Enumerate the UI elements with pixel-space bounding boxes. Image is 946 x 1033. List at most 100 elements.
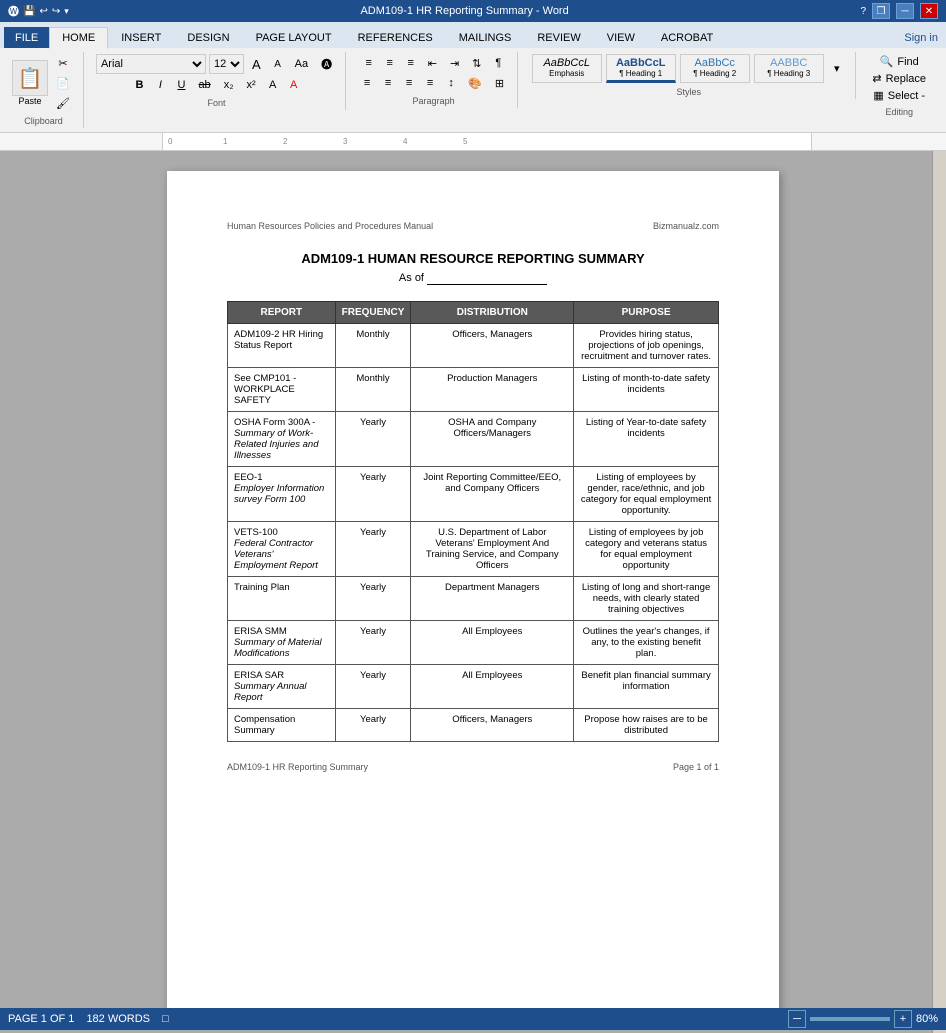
word-count: 182 WORDS <box>86 1013 150 1025</box>
format-painter-button[interactable]: 🖌 <box>51 94 75 112</box>
select-button[interactable]: ▦ Select - <box>869 88 929 103</box>
bullets-button[interactable]: ≡ <box>360 54 378 72</box>
copy-button[interactable]: 📄 <box>51 74 75 92</box>
cell-report-0: ADM109-2 HR Hiring Status Report <box>228 324 336 368</box>
layout-icon[interactable]: □ <box>162 1013 169 1025</box>
tab-page-layout[interactable]: PAGE LAYOUT <box>243 27 345 48</box>
title-bar-left: 🅦 💾 ↩ ↪ ▾ <box>8 3 69 19</box>
quick-access-undo[interactable]: ↩ <box>39 6 47 17</box>
cell-frequency-6: Yearly <box>335 621 411 665</box>
cell-frequency-5: Yearly <box>335 577 411 621</box>
cell-frequency-3: Yearly <box>335 467 411 522</box>
editing-label: Editing <box>885 105 913 117</box>
style-heading2[interactable]: AaBbCc ¶ Heading 2 <box>680 54 750 83</box>
line-spacing-button[interactable]: ↕ <box>442 74 460 92</box>
tab-insert[interactable]: INSERT <box>108 27 174 48</box>
title-bar: 🅦 💾 ↩ ↪ ▾ ADM109-1 HR Reporting Summary … <box>0 0 946 22</box>
shading-button[interactable]: 🎨 <box>463 74 487 92</box>
border-button[interactable]: ⊞ <box>490 74 509 92</box>
style-heading3-text: AABBC <box>761 57 817 69</box>
status-left: PAGE 1 OF 1 182 WORDS □ <box>8 1013 169 1025</box>
cell-frequency-8: Yearly <box>335 709 411 742</box>
help-btn[interactable]: ? <box>860 6 866 17</box>
sign-in-link[interactable]: Sign in <box>896 28 946 48</box>
multilevel-button[interactable]: ≡ <box>402 54 420 72</box>
italic-button[interactable]: I <box>151 76 169 94</box>
cell-report-6: ERISA SMMSummary of Material Modificatio… <box>228 621 336 665</box>
increase-indent-button[interactable]: ⇥ <box>445 54 464 72</box>
font-shrink-button[interactable]: A <box>269 55 287 73</box>
tab-file[interactable]: FILE <box>4 27 49 48</box>
cell-purpose-3: Listing of employees by gender, race/eth… <box>574 467 719 522</box>
underline-button[interactable]: U <box>172 76 190 94</box>
strikethrough-button[interactable]: ab <box>193 76 215 94</box>
cut-button[interactable]: ✂ <box>51 54 75 72</box>
decrease-indent-button[interactable]: ⇤ <box>423 54 442 72</box>
justify-button[interactable]: ≡ <box>421 74 439 92</box>
paste-label: Paste <box>18 96 41 106</box>
styles-more-button[interactable]: ▾ <box>828 60 846 78</box>
tab-design[interactable]: DESIGN <box>174 27 242 48</box>
replace-button[interactable]: ⇄ Replace <box>868 71 930 86</box>
as-of-field[interactable] <box>427 272 547 285</box>
numbering-button[interactable]: ≡ <box>381 54 399 72</box>
change-case-button[interactable]: Aa <box>290 55 313 73</box>
font-grow-button[interactable]: A <box>247 55 266 73</box>
style-heading1[interactable]: AaBbCcL ¶ Heading 1 <box>606 54 676 83</box>
text-highlight-button[interactable]: A <box>264 76 282 94</box>
select-label: Select - <box>888 90 925 102</box>
bold-button[interactable]: B <box>130 76 148 94</box>
cell-distribution-7: All Employees <box>411 665 574 709</box>
cell-distribution-0: Officers, Managers <box>411 324 574 368</box>
tab-review[interactable]: REVIEW <box>524 27 593 48</box>
cell-purpose-5: Listing of long and short-range needs, w… <box>574 577 719 621</box>
zoom-out-button[interactable]: ─ <box>788 1010 806 1028</box>
table-row: See CMP101 - WORKPLACE SAFETYMonthlyProd… <box>228 368 719 412</box>
tab-mailings[interactable]: MAILINGS <box>446 27 525 48</box>
quick-access-save[interactable]: 💾 <box>23 6 35 17</box>
clear-format-button[interactable]: 🅐 <box>316 55 337 73</box>
table-row: VETS-100Federal Contractor Veterans' Emp… <box>228 522 719 577</box>
cell-distribution-5: Department Managers <box>411 577 574 621</box>
align-right-button[interactable]: ≡ <box>400 74 418 92</box>
cell-report-2: OSHA Form 300A -Summary of Work-Related … <box>228 412 336 467</box>
close-btn[interactable]: ✕ <box>920 3 938 19</box>
clipboard-label: Clipboard <box>24 114 63 126</box>
ribbon-content: 📋 Paste ✂ 📄 🖌 Clipboard Arial 12 <box>0 48 946 132</box>
tab-view[interactable]: VIEW <box>594 27 648 48</box>
footer-right: Page 1 of 1 <box>673 762 719 772</box>
show-hide-button[interactable]: ¶ <box>489 54 507 72</box>
minimize-btn[interactable]: ─ <box>896 3 914 19</box>
status-right: ─ + 80% <box>788 1010 938 1028</box>
align-center-button[interactable]: ≡ <box>379 74 397 92</box>
font-size-select[interactable]: 12 <box>209 54 244 74</box>
zoom-in-button[interactable]: + <box>894 1010 912 1028</box>
restore-btn[interactable]: ❐ <box>872 3 890 19</box>
report-table: REPORT FREQUENCY DISTRIBUTION PURPOSE AD… <box>227 301 719 742</box>
style-emphasis[interactable]: AaBbCcL Emphasis <box>532 54 602 83</box>
ruler: 0 1 2 3 4 5 <box>0 133 946 151</box>
tab-home[interactable]: HOME <box>49 27 108 49</box>
paste-button[interactable]: 📋 Paste <box>12 60 48 106</box>
cell-purpose-2: Listing of Year-to-date safety incidents <box>574 412 719 467</box>
quick-access-redo[interactable]: ↪ <box>52 6 60 17</box>
cell-distribution-1: Production Managers <box>411 368 574 412</box>
title-bar-controls: ? ❐ ─ ✕ <box>860 3 938 19</box>
zoom-slider[interactable] <box>810 1017 890 1021</box>
style-heading3[interactable]: AABBC ¶ Heading 3 <box>754 54 824 83</box>
tab-acrobat[interactable]: ACROBAT <box>648 27 726 48</box>
font-color-button[interactable]: A <box>285 76 303 94</box>
sort-button[interactable]: ⇅ <box>467 54 486 72</box>
align-left-button[interactable]: ≡ <box>358 74 376 92</box>
header-left: Human Resources Policies and Procedures … <box>227 221 433 231</box>
tab-references[interactable]: REFERENCES <box>345 27 446 48</box>
scroll-left <box>0 151 14 1033</box>
style-heading3-label: ¶ Heading 3 <box>761 69 817 78</box>
find-button[interactable]: 🔍 Find <box>876 54 923 69</box>
superscript-button[interactable]: x² <box>241 76 260 94</box>
ribbon: FILE HOME INSERT DESIGN PAGE LAYOUT REFE… <box>0 22 946 133</box>
font-name-select[interactable]: Arial <box>96 54 206 74</box>
subscript-button[interactable]: x₂ <box>219 76 239 94</box>
app-icon: 🅦 <box>8 3 19 19</box>
ruler-mark-0: 0 <box>168 137 172 146</box>
